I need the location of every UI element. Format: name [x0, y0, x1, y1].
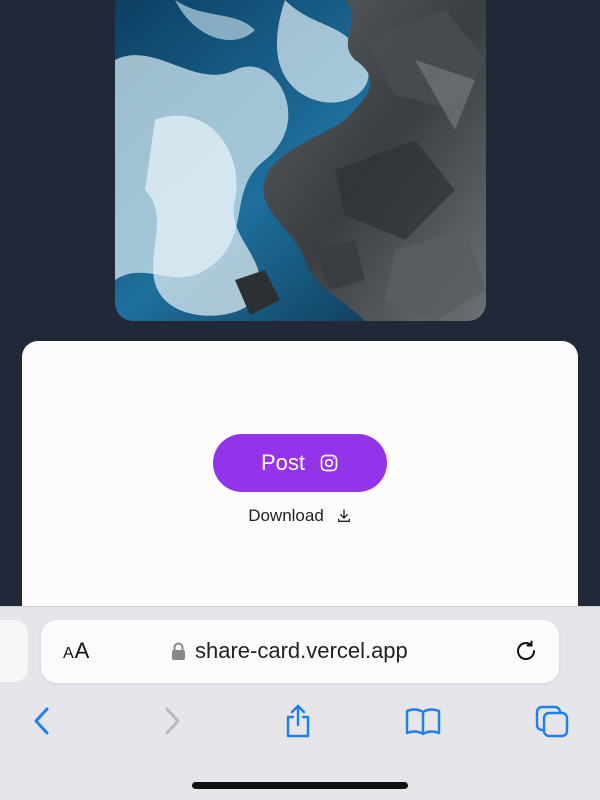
address-bar[interactable]: AA share-card.vercel.app [41, 620, 559, 683]
text-size-label-large: A [74, 638, 91, 663]
share-card: Post Download [22, 341, 578, 641]
previous-tab-peek[interactable] [0, 620, 28, 682]
coastal-photo-image [115, 0, 486, 321]
browser-bottom-bar: AA share-card.vercel.app [0, 606, 600, 800]
instagram-icon [320, 454, 338, 472]
post-button-label: Post [260, 450, 306, 475]
bookmarks-button[interactable] [401, 699, 445, 743]
download-label: Download [248, 506, 324, 525]
chevron-right-icon [165, 707, 180, 735]
forward-button[interactable] [150, 699, 194, 743]
text-size-button[interactable]: AA [63, 638, 90, 664]
home-indicator [192, 782, 408, 789]
download-button[interactable]: Download [22, 506, 578, 526]
reload-icon [517, 640, 536, 660]
back-button[interactable] [20, 699, 64, 743]
browser-toolbar [0, 699, 600, 743]
book-icon [405, 708, 441, 736]
url-display[interactable]: share-card.vercel.app [171, 638, 408, 664]
lock-icon [172, 642, 185, 660]
url-text: share-card.vercel.app [195, 638, 408, 663]
reload-button[interactable] [513, 638, 539, 664]
share-button[interactable] [276, 699, 320, 743]
coastal-photo [115, 0, 486, 321]
share-icon [286, 704, 310, 738]
text-size-label-small: A [63, 645, 75, 662]
chevron-left-icon [34, 707, 49, 735]
post-button[interactable]: Post [213, 434, 387, 492]
tabs-button[interactable] [530, 699, 574, 743]
viewport: Post Download AA share-card.vercel.app [0, 0, 600, 800]
tabs-icon [535, 705, 569, 738]
download-icon [337, 509, 350, 522]
